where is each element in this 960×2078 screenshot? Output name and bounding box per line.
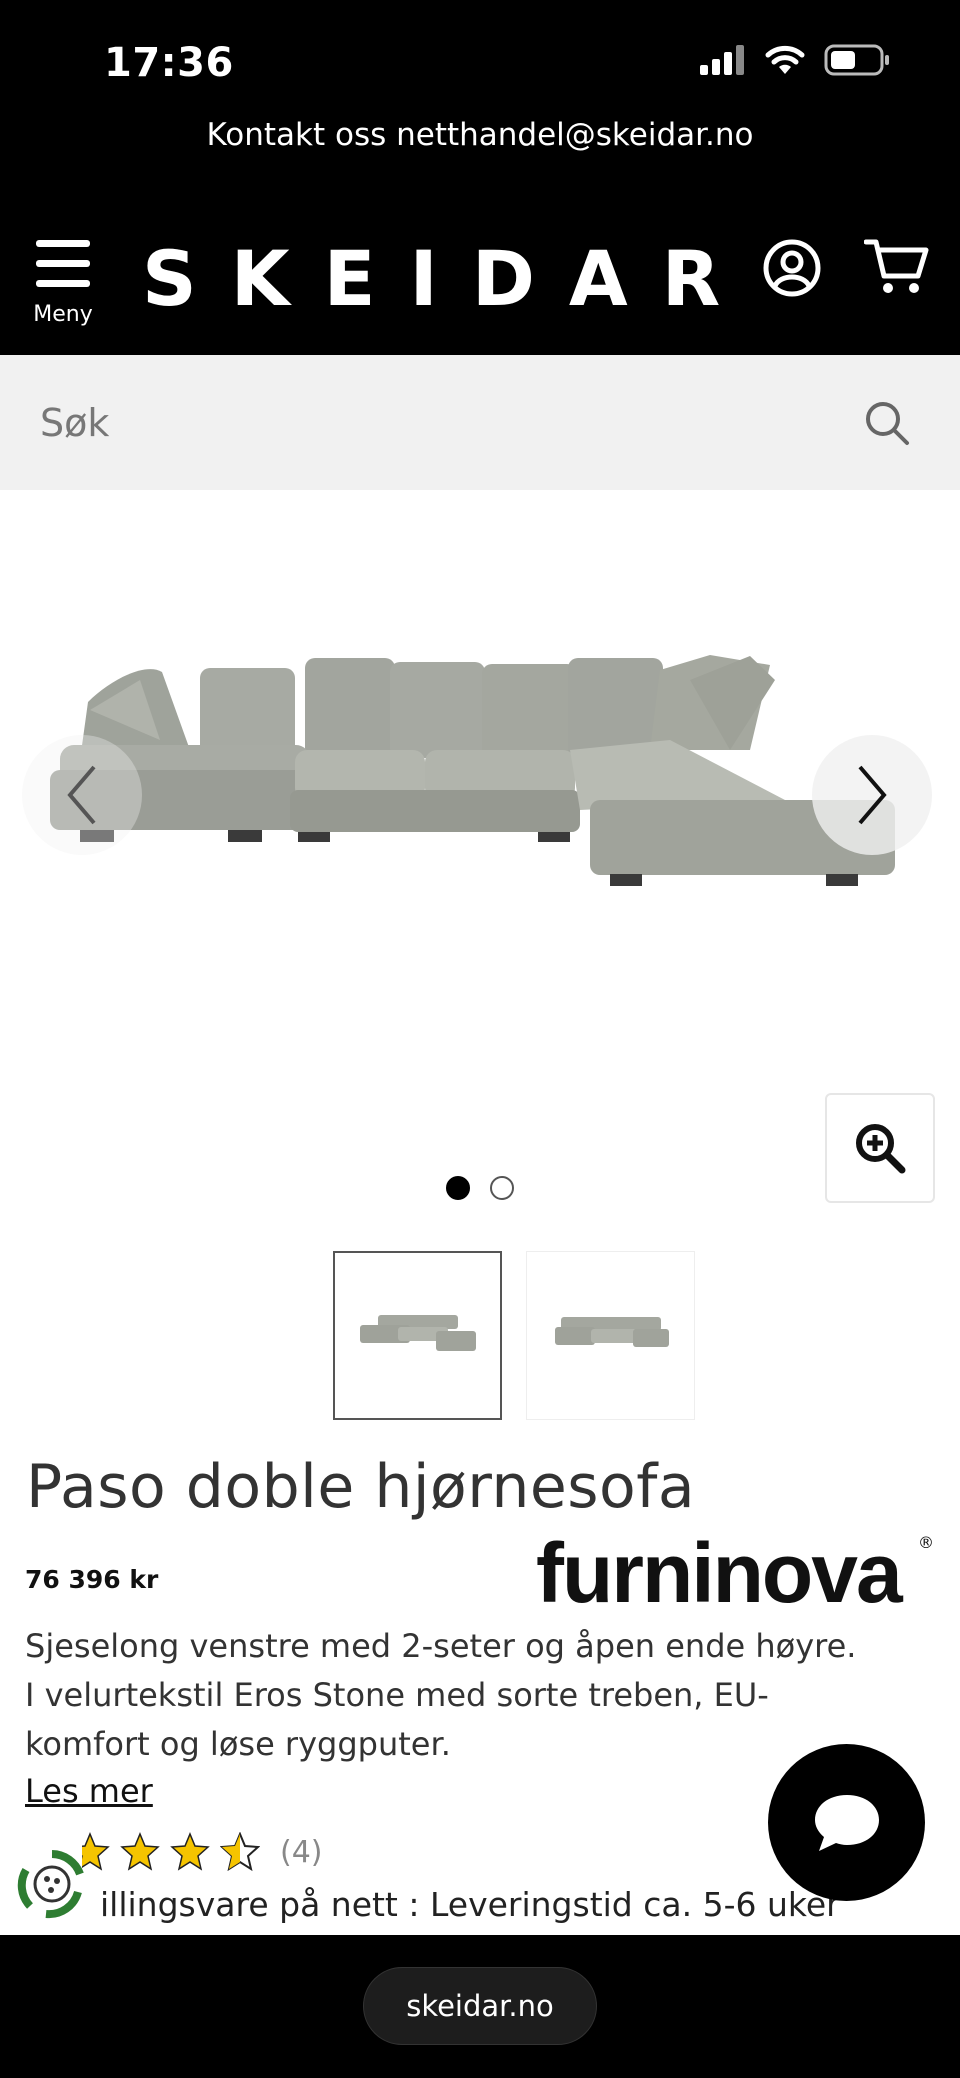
gallery-dot-2[interactable] <box>490 1176 514 1200</box>
status-bar: 17:36 <box>0 0 960 110</box>
browser-bar: skeidar.no <box>0 1935 960 2078</box>
zoom-in-icon <box>856 1124 906 1174</box>
search-input[interactable] <box>40 385 820 460</box>
sofa-image <box>50 655 895 886</box>
chevron-left-icon <box>67 765 96 825</box>
description-line: komfort og løse ryggputer. <box>25 1725 451 1763</box>
contact-bar[interactable]: Kontakt oss netthandel@skeidar.no <box>0 110 960 190</box>
status-icons <box>700 44 890 76</box>
thumbnail-2[interactable] <box>526 1251 695 1420</box>
battery-icon <box>824 44 889 76</box>
half-star-icon <box>220 1832 260 1872</box>
status-time: 17:36 <box>104 40 234 86</box>
read-more-link[interactable]: Les mer <box>25 1772 153 1810</box>
url-bar[interactable]: skeidar.no <box>363 1967 597 2045</box>
wifi-icon <box>765 45 805 74</box>
delivery-info: illingsvare på nett : Leveringstid ca. 5… <box>100 1885 840 1924</box>
menu-button[interactable]: Meny <box>28 240 98 340</box>
description-line: Sjeselong venstre med 2-seter og åpen en… <box>25 1627 857 1665</box>
rating-count[interactable]: (4) <box>280 1835 323 1870</box>
recycle-badge-icon[interactable] <box>16 1848 88 1920</box>
product-price: 76 396 kr <box>25 1565 159 1594</box>
thumbnail-strip <box>333 1251 695 1420</box>
cart-icon[interactable] <box>864 236 930 298</box>
hamburger-icon <box>36 240 90 288</box>
product-title: Paso doble hjørnesofa <box>26 1452 696 1522</box>
brand-logo[interactable]: furninova <box>536 1525 903 1622</box>
gallery-dots <box>0 1176 960 1200</box>
chevron-right-icon <box>858 765 887 825</box>
product-description: Sjeselong venstre med 2-seter og åpen en… <box>25 1622 905 1769</box>
gallery-dot-1[interactable] <box>446 1176 470 1200</box>
sofa-thumbnail <box>554 1316 669 1347</box>
site-logo[interactable]: SKEIDAR <box>142 234 754 323</box>
thumbnail-1[interactable] <box>333 1251 502 1420</box>
search-bar <box>0 355 960 490</box>
chat-bubble-icon <box>814 1794 879 1851</box>
site-header: Meny SKEIDAR <box>0 190 960 355</box>
gallery-next-button[interactable] <box>812 735 932 855</box>
account-icon[interactable] <box>762 238 822 298</box>
star-icon <box>170 1832 210 1871</box>
rating[interactable]: (4) <box>82 1832 323 1872</box>
menu-label: Meny <box>33 302 93 327</box>
signal-icon <box>700 45 744 75</box>
gallery-prev-button[interactable] <box>22 735 142 855</box>
search-icon[interactable] <box>864 400 910 446</box>
sofa-thumbnail <box>359 1314 476 1351</box>
product-gallery[interactable] <box>0 490 960 1210</box>
contact-text[interactable]: Kontakt oss netthandel@skeidar.no <box>206 117 753 153</box>
chat-button[interactable] <box>768 1744 925 1901</box>
registered-mark: ® <box>918 1533 934 1552</box>
star-icon <box>120 1832 160 1871</box>
description-line: I velurtekstil Eros Stone med sorte treb… <box>25 1676 769 1714</box>
